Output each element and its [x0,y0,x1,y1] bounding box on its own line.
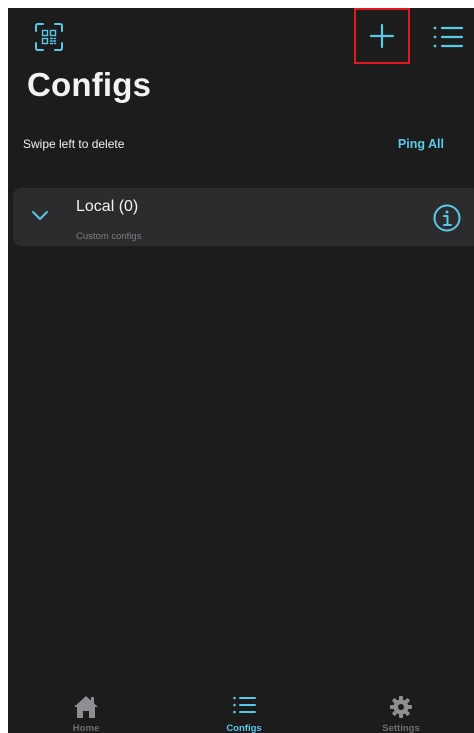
tab-settings-label: Settings [382,723,420,733]
tab-home-label: Home [72,723,100,733]
chevron-down-icon[interactable] [30,208,50,222]
add-config-button[interactable] [354,8,410,64]
qr-scan-button[interactable] [30,18,68,56]
tab-home[interactable]: Home [26,688,146,733]
configs-screen: Configs Swipe left to delete Ping All Lo… [8,8,474,733]
tab-bar: Home Configs Settings [8,688,474,733]
menu-button[interactable] [426,18,470,56]
group-title: Local (0) [76,198,139,215]
config-group-local[interactable]: Local (0) Custom configs [13,188,474,246]
home-icon [74,696,98,718]
info-icon[interactable] [432,203,462,233]
tab-configs[interactable]: Configs [184,688,304,733]
qr-scan-icon [35,23,63,51]
tab-settings[interactable]: Settings [341,688,461,733]
page-title: Configs [27,66,152,103]
list-icon [433,26,464,48]
swipe-hint: Swipe left to delete [23,137,125,151]
tab-configs-label: Configs [226,723,262,733]
list-icon [233,696,256,714]
group-subtitle: Custom configs [76,231,142,242]
plus-icon [369,23,395,49]
gear-icon [390,696,412,718]
ping-all-button[interactable]: Ping All [398,137,444,151]
